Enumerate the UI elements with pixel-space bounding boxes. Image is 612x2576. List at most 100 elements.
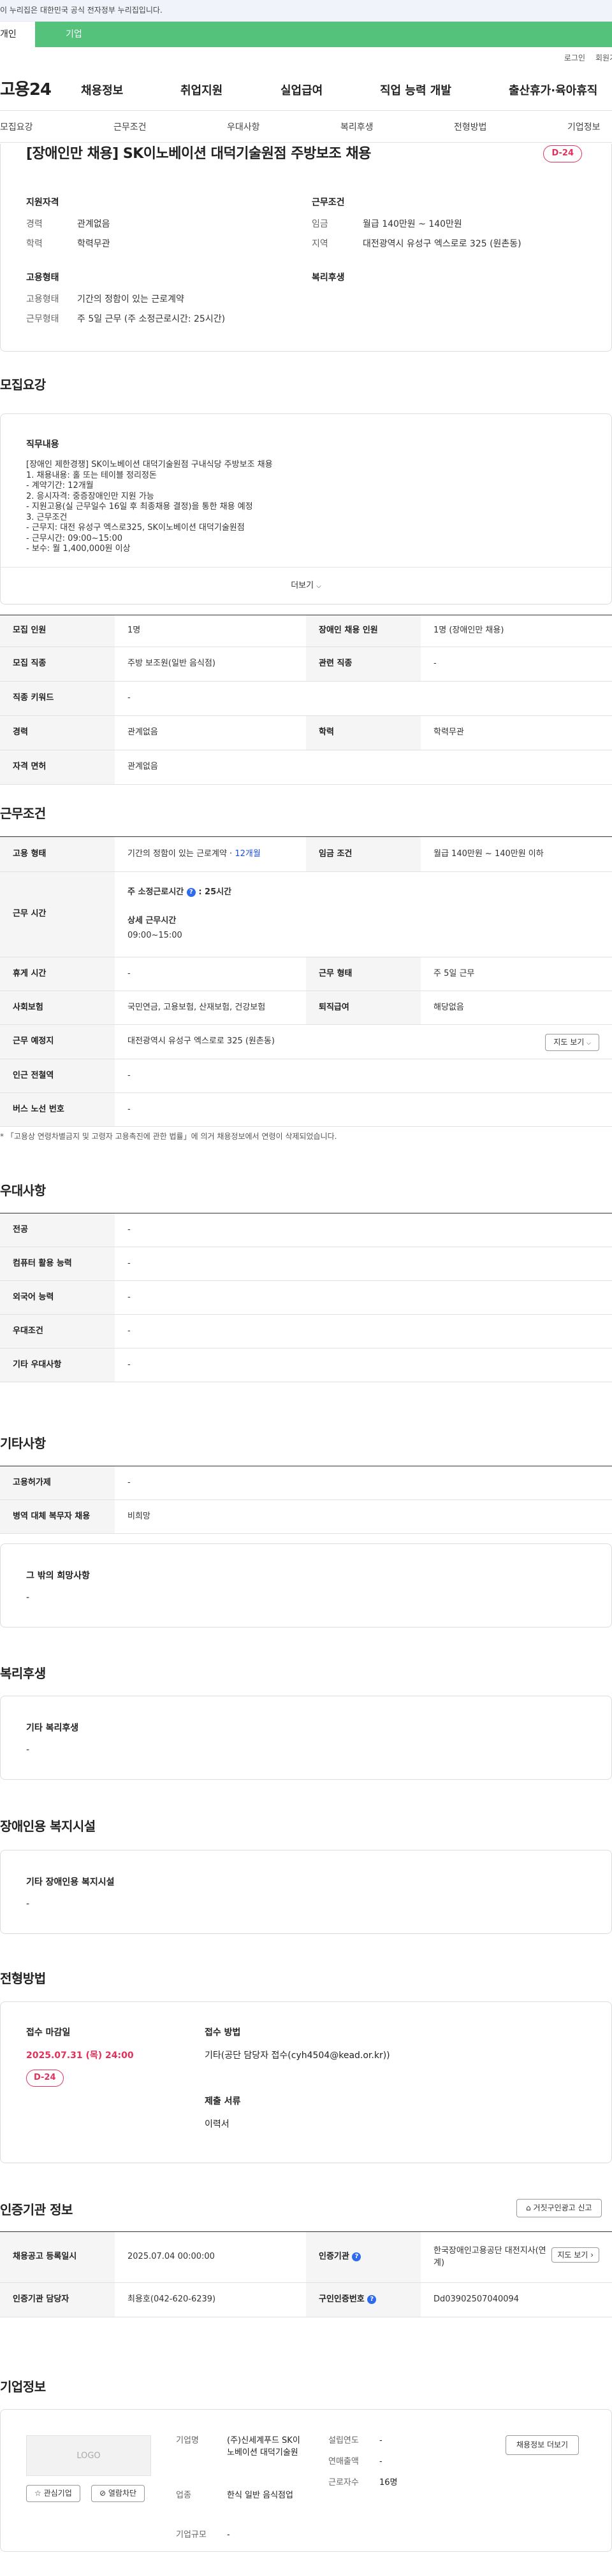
- cert-number-label: 구인인증번호: [319, 2294, 365, 2305]
- cert-map-button[interactable]: 지도 보기 ›: [551, 2247, 599, 2263]
- duty-line: - 지원고용(실 근무일수 16일 후 최종채용 결정)을 통한 채용 예정: [26, 502, 253, 512]
- nav-vocational-training[interactable]: 직업 능력 개발: [380, 83, 451, 99]
- tab-company-info[interactable]: 기업정보: [567, 121, 601, 134]
- company-heading: 기업정보: [0, 2379, 46, 2394]
- info-icon[interactable]: ?: [352, 2252, 361, 2261]
- age-notice: * 「고용상 연령차별금지 및 고령자 고용촉진에 관한 법률」에 의거 채용정…: [0, 1132, 337, 1141]
- welfare-box-value: -: [26, 1745, 30, 1755]
- table-header: 임금 조건: [306, 836, 421, 872]
- report-button[interactable]: ⌂ 거짓구인광고 신고: [516, 2199, 602, 2218]
- table-row: 휴게 시간 - 근무 형태 주 5일 근무: [0, 957, 612, 991]
- region-value: 대전광역시 유성구 엑스로로 325 (원촌동): [363, 238, 521, 249]
- company-logo: LOGO: [26, 2435, 151, 2476]
- table-header: 자격 면허: [0, 750, 115, 785]
- revenue-label: 연매출액: [328, 2457, 359, 2466]
- table-cell: -: [115, 1280, 612, 1315]
- table-cell: -: [115, 1059, 612, 1093]
- table-cell: -: [115, 1092, 612, 1127]
- signup-link[interactable]: 회원가입: [595, 53, 612, 64]
- chevron-down-icon: ⌵: [316, 583, 321, 590]
- qualification-heading: 지원자격: [26, 197, 59, 208]
- table-cell: 주방 보조원(일반 음식점): [115, 647, 306, 682]
- block-view-button[interactable]: ⊘ 열람차단: [91, 2485, 145, 2503]
- cert-table: 채용공고 등록일시 2025.07.04 00:00:00 인증기관 ? 한국장…: [0, 2231, 612, 2317]
- revenue-value: -: [379, 2457, 382, 2466]
- table-cell: 비희망: [115, 1499, 612, 1534]
- table-row: 고용 형태 기간의 정함이 있는 근로계약 · 12개월 임금 조건 월급 14…: [0, 836, 612, 872]
- welfare-box: 기타 복리후생 -: [0, 1696, 612, 1780]
- deadline-value: 2025.07.31 (목) 24:00: [26, 2050, 134, 2061]
- table-cell: -: [115, 1247, 612, 1281]
- chevron-down-icon: ⌵: [586, 1040, 591, 1047]
- welfare-heading: 복리후생: [0, 1666, 46, 1681]
- tab-welfare[interactable]: 복리후생: [340, 121, 374, 134]
- work-heading: 근무조건: [312, 197, 345, 208]
- cert-org-value: 한국장애인고용공단 대전지사(연계): [433, 2245, 546, 2268]
- star-icon: ☆: [34, 2489, 41, 2498]
- home-icon: ⌂: [526, 2203, 531, 2212]
- more-jobs-button[interactable]: 채용정보 더보기: [506, 2435, 579, 2456]
- table-row: 모집 인원 1명 장애인 채용 인원 1명 (장애인만 채용): [0, 615, 612, 647]
- tab-recruit[interactable]: 모집요강: [0, 121, 33, 134]
- more-label: 더보기: [291, 581, 314, 590]
- nav-unemployment-benefit[interactable]: 실업급여: [280, 83, 323, 99]
- pref-heading: 우대사항: [0, 1183, 46, 1198]
- chevron-right-icon: ›: [590, 2250, 594, 2259]
- career-value: 관계없음: [77, 219, 110, 230]
- login-link[interactable]: 로그인: [564, 53, 585, 64]
- founded-label: 설립연도: [328, 2436, 359, 2445]
- tab-company[interactable]: 기업: [35, 22, 82, 47]
- table-cell: Dd03902507040094: [421, 2282, 612, 2317]
- gov-banner: 이 누리집은 대한민국 공식 전자정부 누리집입니다.: [0, 0, 612, 22]
- table-header: 고용 형태: [0, 836, 115, 872]
- table-header: 병역 대체 복무자 채용: [0, 1499, 115, 1534]
- docs-value: 이력서: [205, 2119, 229, 2129]
- company-name-value: (주)신세계푸드 SK이노베이션 대덕기술원: [227, 2436, 300, 2458]
- duty-line: - 보수: 월 1,400,000원 이상: [26, 544, 131, 553]
- table-header: 근무 시간: [0, 871, 115, 957]
- table-header: 경력: [0, 715, 115, 750]
- nav-jobs[interactable]: 채용정보: [81, 83, 123, 99]
- table-header: 컴퓨터 활용 능력: [0, 1247, 115, 1281]
- table-row: 우대조건 -: [0, 1314, 612, 1349]
- tab-work-conditions[interactable]: 근무조건: [113, 121, 147, 134]
- duty-line: [장애인 제한경쟁] SK이노베이션 대덕기술원점 구내식당 주방보조 채용: [26, 460, 273, 469]
- nav-parental-leave[interactable]: 출산휴가·육아휴직: [509, 83, 597, 99]
- table-cell: 관계없음: [115, 715, 306, 750]
- table-row: 근무 예정지 대전광역시 유성구 엑스로로 325 (원촌동) 지도 보기 ⌵: [0, 1024, 612, 1059]
- tab-personal[interactable]: 개인: [0, 22, 35, 47]
- cert-heading: 인증기관 정보: [0, 2202, 73, 2217]
- education-label: 학력: [26, 238, 43, 249]
- age-notice-text: 「고용상 연령차별금지 및 고령자 고용촉진에 관한 법률」에 의거 채용정보에…: [6, 1132, 337, 1141]
- more-button[interactable]: 더보기 ⌵: [1, 567, 611, 604]
- table-header: 학력: [306, 715, 421, 750]
- founded-value: -: [379, 2436, 382, 2445]
- recruit-heading: 모집요강: [0, 377, 46, 392]
- table-cell: 1명 (장애인만 채용): [421, 615, 612, 647]
- job-summary: [장애인만 채용] SK이노베이션 대덕기술원점 주방보조 채용 D-24 지원…: [0, 144, 612, 352]
- table-header: 모집 직종: [0, 647, 115, 682]
- site-logo[interactable]: 고용24: [0, 78, 83, 103]
- table-row: 인근 전철역 -: [0, 1059, 612, 1093]
- tab-process[interactable]: 전형방법: [454, 121, 487, 134]
- nav-employment-support[interactable]: 취업지원: [180, 83, 222, 99]
- wage-label: 임금: [312, 219, 328, 230]
- table-cell: 주 5일 근무: [421, 957, 612, 991]
- block-icon: ⊘: [99, 2489, 106, 2498]
- info-icon[interactable]: ?: [186, 887, 196, 897]
- duty-text: [장애인 제한경쟁] SK이노베이션 대덕기술원점 구내식당 주방보조 채용 1…: [26, 460, 574, 553]
- hours-detail-label: 상세 근무시간: [127, 916, 177, 926]
- company-name-label: 기업명: [176, 2436, 199, 2445]
- map-button[interactable]: 지도 보기 ⌵: [545, 1034, 599, 1052]
- table-cell: 관계없음: [115, 750, 612, 785]
- table-cell: 대전광역시 유성구 엑스로로 325 (원촌동) 지도 보기 ⌵: [115, 1024, 612, 1059]
- emptype-text: 기간의 정함이 있는 근로계약 ·: [127, 848, 235, 859]
- career-label: 경력: [26, 219, 43, 230]
- disability-box-value: -: [26, 1899, 30, 1909]
- tab-preferences[interactable]: 우대사항: [227, 121, 260, 134]
- table-header: 인근 전철역: [0, 1059, 115, 1093]
- table-header: 장애인 채용 인원: [306, 615, 421, 647]
- info-icon[interactable]: ?: [367, 2294, 377, 2304]
- table-header: 근무 형태: [306, 957, 421, 991]
- favorite-company-button[interactable]: ☆ 관심기업: [26, 2485, 80, 2503]
